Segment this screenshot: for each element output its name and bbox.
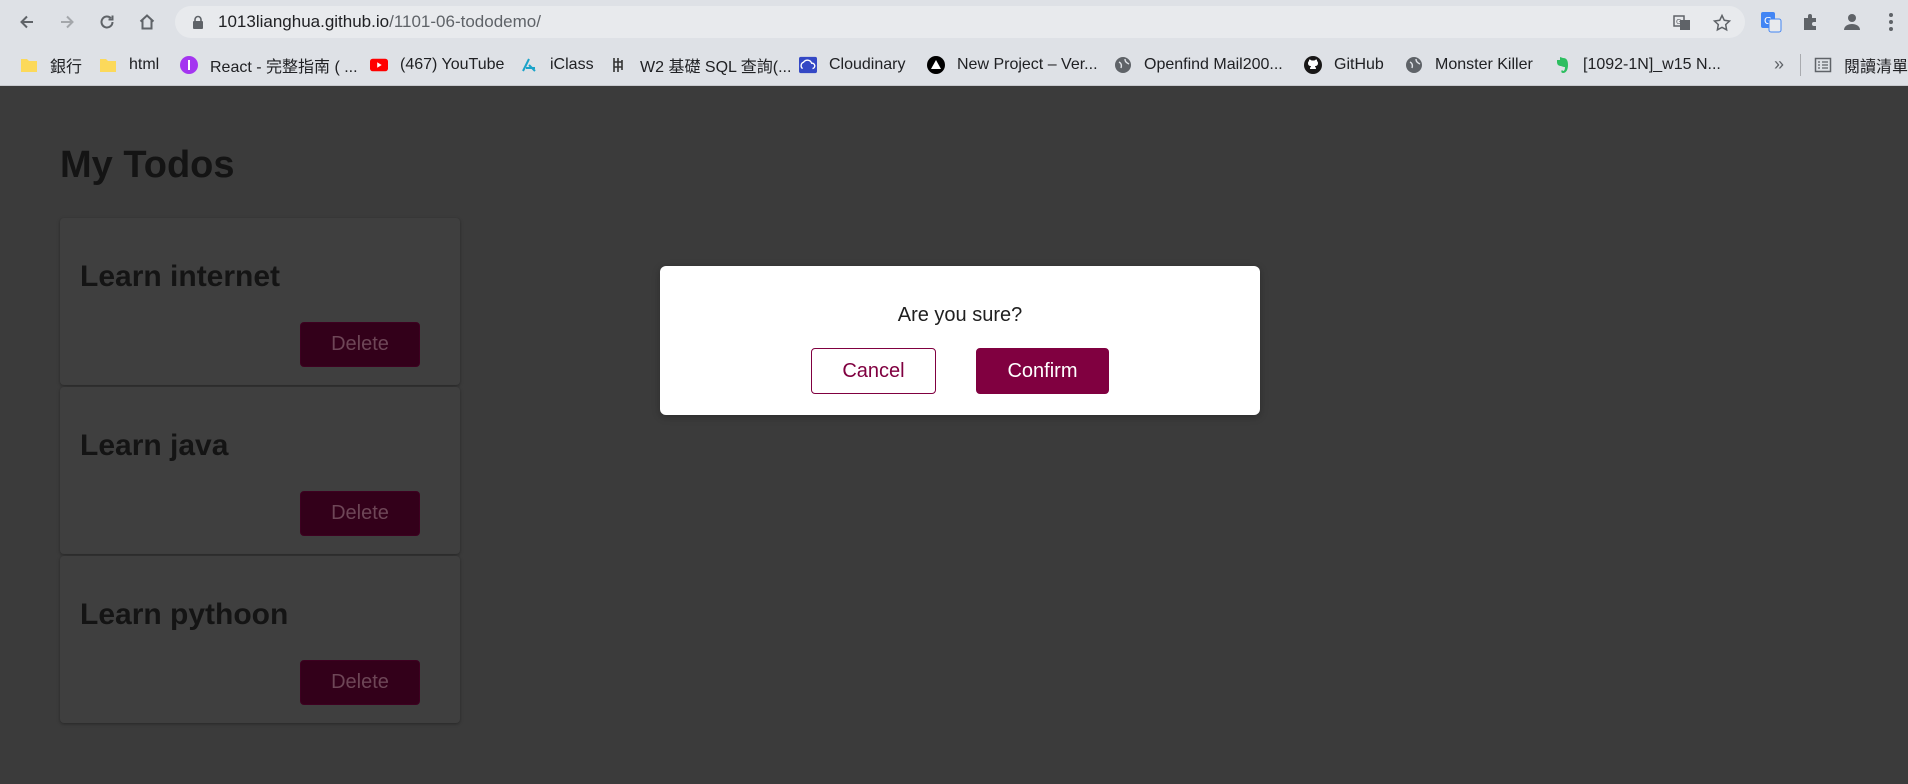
todo-text: Learn internet — [80, 260, 281, 293]
home-icon — [139, 14, 155, 30]
bookmark-monster-killer[interactable]: Monster Killer — [1405, 44, 1533, 86]
arrow-right-icon — [61, 15, 74, 29]
page-title: My Todos — [60, 144, 235, 186]
confirm-button[interactable]: Confirm — [976, 348, 1109, 394]
address-bar[interactable]: 1013lianghua.github.io/1101-06-tododemo/… — [175, 6, 1745, 38]
bookmarks-divider — [1800, 54, 1801, 76]
bookmark-label: (467) YouTube — [400, 56, 505, 73]
more-vert-icon[interactable] — [1880, 11, 1902, 33]
cloudinary-icon — [799, 56, 817, 74]
todo-card: Learn pythoon Delete — [60, 556, 460, 723]
bookmark-label: W2 基礎 SQL 查詢(... — [640, 59, 792, 76]
delete-button[interactable]: Delete — [300, 322, 420, 367]
bookmark-evernote[interactable]: [1092-1N]_w15 N... — [1553, 44, 1721, 86]
w2-icon — [610, 56, 628, 74]
cancel-button[interactable]: Cancel — [811, 348, 936, 394]
bookmark-openfind[interactable]: Openfind Mail200... — [1114, 44, 1283, 86]
bookmark-label: iClass — [550, 56, 594, 73]
evernote-icon — [1553, 56, 1571, 74]
iclass-icon — [520, 56, 538, 74]
delete-button[interactable]: Delete — [300, 660, 420, 705]
youtube-icon — [370, 56, 388, 74]
bookmark-label: Cloudinary — [829, 56, 906, 73]
delete-button[interactable]: Delete — [300, 491, 420, 536]
page-viewport: My Todos Learn internet Delete Learn jav… — [0, 86, 1908, 784]
extensions-puzzle-icon[interactable] — [1800, 11, 1822, 33]
bookmark-label: 銀行 — [50, 59, 83, 76]
todo-card: Learn java Delete — [60, 387, 460, 554]
bookmark-label: html — [129, 56, 160, 73]
reading-list-label: 閱讀清單 — [1844, 59, 1908, 76]
vercel-icon — [927, 56, 945, 74]
bookmark-cloudinary[interactable]: Cloudinary — [799, 44, 905, 86]
bookmarks-bar: 銀行 html React - 完整指南 ( ... (467) YouTube… — [0, 44, 1908, 86]
svg-text:G: G — [1676, 18, 1681, 26]
reading-list-icon — [1814, 56, 1832, 74]
url-text: 1013lianghua.github.io/1101-06-tododemo/ — [218, 6, 541, 38]
todo-text: Learn java — [80, 429, 229, 462]
folder-icon — [99, 56, 117, 74]
todo-card: Learn internet Delete — [60, 218, 460, 385]
globe-icon — [1114, 56, 1132, 74]
bookmark-w2-sql[interactable]: W2 基礎 SQL 查詢(... — [610, 44, 791, 86]
browser-toolbar: 1013lianghua.github.io/1101-06-tododemo/… — [0, 0, 1908, 44]
bookmark-github[interactable]: GitHub — [1304, 44, 1384, 86]
forward-button[interactable] — [52, 7, 82, 37]
github-icon — [1304, 56, 1322, 74]
arrow-left-icon — [20, 15, 33, 29]
bookmark-iclass[interactable]: iClass — [520, 44, 594, 86]
bookmark-label: React - 完整指南 ( ... — [210, 59, 358, 76]
reload-button[interactable] — [92, 7, 122, 37]
folder-icon — [20, 56, 38, 74]
reading-list-button[interactable]: 閱讀清單 — [1814, 44, 1908, 86]
globe-icon — [1405, 56, 1423, 74]
bookmark-label: Openfind Mail200... — [1144, 56, 1283, 73]
bookmark-label: GitHub — [1334, 56, 1384, 73]
bookmark-folder-html[interactable]: html — [99, 44, 159, 86]
google-translate-extension-icon[interactable]: G — [1760, 11, 1782, 33]
modal-message: Are you sure? — [897, 304, 1023, 326]
bookmark-label: Monster Killer — [1435, 56, 1533, 73]
bookmark-youtube[interactable]: (467) YouTube — [370, 44, 504, 86]
todo-text: Learn pythoon — [80, 598, 289, 631]
bookmark-vercel[interactable]: New Project – Ver... — [927, 44, 1098, 86]
confirm-modal: Are you sure? Cancel Confirm — [660, 266, 1260, 415]
bookmark-label: New Project – Ver... — [957, 56, 1098, 73]
star-icon[interactable] — [1712, 13, 1732, 33]
profile-icon[interactable] — [1841, 11, 1863, 33]
reload-icon — [100, 15, 114, 29]
react-guide-icon — [180, 56, 198, 74]
url-path: /1101-06-tododemo/ — [389, 12, 541, 31]
bookmark-react-guide[interactable]: React - 完整指南 ( ... — [180, 44, 358, 86]
back-button[interactable] — [12, 7, 42, 37]
bookmark-folder-bank[interactable]: 銀行 — [20, 44, 82, 86]
home-button[interactable] — [132, 7, 162, 37]
bookmark-label: [1092-1N]_w15 N... — [1583, 56, 1721, 73]
lock-icon — [193, 15, 203, 29]
translate-icon[interactable]: G — [1672, 13, 1692, 33]
bookmarks-overflow-button[interactable]: » — [1774, 54, 1784, 75]
url-host: 1013lianghua.github.io — [218, 12, 390, 31]
